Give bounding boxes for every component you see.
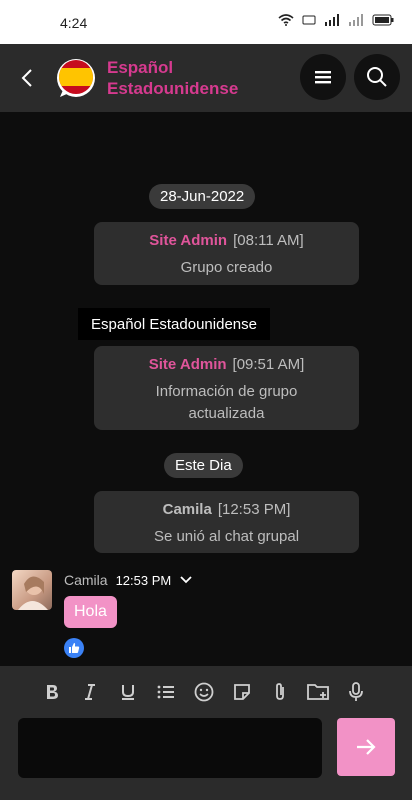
user-photo-icon	[18, 576, 48, 610]
chevron-left-icon	[21, 69, 32, 87]
search-button[interactable]	[354, 54, 400, 100]
system-text: Grupo creado	[180, 259, 273, 276]
underline-button[interactable]	[116, 680, 140, 704]
sender-name: Site Admin	[149, 232, 228, 249]
wifi-icon	[278, 14, 294, 26]
sticker-icon	[234, 684, 250, 700]
list-button[interactable]	[154, 680, 178, 704]
system-text: Se unió al chat grupal	[153, 528, 300, 545]
system-message: Camila [12:53 PM] Se unió al chat grupal	[94, 491, 359, 553]
status-icons	[278, 14, 394, 26]
send-button[interactable]	[337, 718, 395, 776]
underline-icon	[122, 685, 134, 700]
voice-button[interactable]	[344, 680, 368, 704]
back-button[interactable]	[14, 64, 42, 92]
sticker-button[interactable]	[230, 680, 254, 704]
signal-icon-2	[349, 14, 363, 26]
smiley-icon	[194, 682, 214, 702]
folder-add-icon	[307, 684, 329, 700]
microphone-icon	[349, 682, 363, 701]
message-time: [12:53 PM]	[217, 501, 291, 518]
spain-flag-icon	[57, 59, 95, 97]
menu-button[interactable]	[300, 54, 346, 100]
bold-button[interactable]	[40, 680, 64, 704]
message-header: Camila 12:53 PM	[64, 572, 193, 588]
attach-button[interactable]	[268, 680, 292, 704]
system-message: Site Admin [09:51 AM] Información de grup…	[94, 346, 359, 430]
avatar[interactable]	[12, 570, 52, 610]
chevron-down-icon[interactable]	[179, 575, 193, 585]
chat-header: Español Estadounidense	[0, 44, 412, 112]
date-divider: 28-Jun-2022	[149, 184, 256, 209]
bold-icon	[47, 685, 58, 699]
chat-title[interactable]: Español Estadounidense	[107, 57, 247, 99]
sender-name: Site Admin	[148, 356, 227, 373]
emoji-button[interactable]	[192, 680, 216, 704]
message-time: 12:53 PM	[115, 572, 172, 588]
sender-name: Camila	[162, 501, 212, 518]
formatting-toolbar	[40, 680, 368, 704]
paperclip-icon	[276, 683, 284, 700]
arrow-right-icon	[357, 739, 376, 755]
message-input[interactable]	[18, 718, 322, 778]
message-time: [08:11 AM]	[233, 232, 304, 249]
title-tooltip: Español Estadounidense	[78, 308, 270, 340]
thumbs-up-icon	[69, 643, 80, 653]
italic-icon	[85, 684, 95, 700]
message-time: [09:51 AM]	[232, 356, 305, 373]
call-icon	[302, 15, 316, 25]
system-message: Site Admin [08:11 AM] Grupo creado	[94, 222, 359, 285]
like-reaction[interactable]	[64, 638, 84, 658]
message-bubble[interactable]: Hola	[64, 596, 117, 628]
hamburger-icon	[315, 71, 331, 84]
battery-icon	[372, 14, 394, 26]
composer	[0, 666, 412, 800]
italic-button[interactable]	[78, 680, 102, 704]
group-avatar[interactable]	[55, 57, 97, 99]
system-text: Información de grupo actualizada	[155, 383, 298, 422]
signal-icon	[325, 14, 339, 26]
search-icon	[367, 67, 387, 87]
folder-button[interactable]	[306, 680, 330, 704]
message-author: Camila	[64, 572, 108, 588]
date-divider: Este Dia	[164, 453, 243, 478]
status-time: 4:24	[60, 15, 88, 31]
list-icon	[157, 685, 174, 699]
status-bar: 4:24	[0, 0, 412, 44]
